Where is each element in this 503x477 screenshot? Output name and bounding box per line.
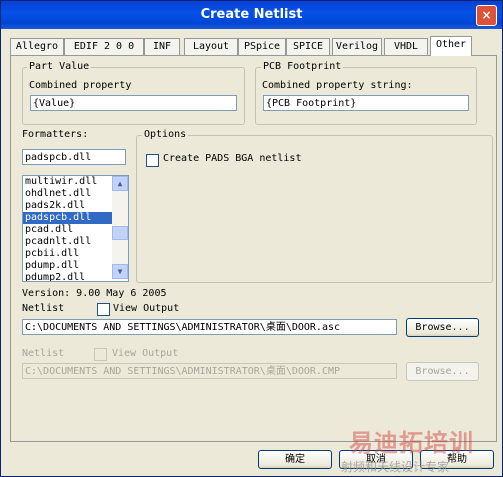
pcb-footprint-group-label: PCB Footprint [261, 61, 344, 72]
browse2-button[interactable]: Browse... [406, 362, 479, 381]
netlist-path-input[interactable]: C:\DOCUMENTS AND SETTINGS\ADMINISTRATOR\… [22, 319, 397, 335]
tab-inf[interactable]: INF [144, 38, 180, 55]
version-text: Version: 9.00 May 6 2005 [22, 288, 167, 299]
formatters-scrollbar[interactable]: ▲ ▼ [112, 176, 128, 279]
create-pads-bga-label: Create PADS BGA netlist [163, 153, 302, 164]
scroll-up-icon[interactable]: ▲ [112, 176, 128, 191]
netlist2-label: Netlist [22, 348, 65, 359]
options-group-label: Options [142, 129, 189, 140]
create-netlist-dialog: Create Netlist × Allegro EDIF 2 0 0 INF … [0, 0, 503, 477]
close-button[interactable]: × [476, 5, 497, 26]
view-output-label: View Output [113, 303, 180, 314]
ok-button[interactable]: 确定 [258, 450, 332, 469]
pcb-footprint-field-label: Combined property string: [262, 80, 413, 91]
tab-panel-other: Part Value Combined property {Value} PCB… [10, 55, 497, 442]
pcb-footprint-input[interactable]: {PCB Footprint} [263, 95, 469, 111]
watermark-title: 易迪拓培训 [349, 429, 474, 457]
scroll-down-icon[interactable]: ▼ [112, 264, 128, 279]
part-value-input[interactable]: {Value} [30, 95, 237, 111]
part-value-group-label: Part Value [27, 61, 92, 72]
tab-vhdl[interactable]: VHDL [384, 38, 428, 55]
tab-allegro[interactable]: Allegro [10, 38, 64, 55]
title-bar: Create Netlist × [1, 1, 502, 29]
tab-edif[interactable]: EDIF 2 0 0 [64, 38, 144, 55]
watermark-subtitle: 射频和天线设计专家 [341, 460, 450, 474]
create-pads-bga-checkbox[interactable] [146, 154, 159, 167]
part-value-field-label: Combined property [29, 80, 132, 91]
formatter-input[interactable]: padspcb.dll [22, 149, 126, 165]
window-title: Create Netlist [200, 7, 303, 22]
scroll-thumb[interactable] [112, 226, 128, 240]
tab-verilog[interactable]: Verilog [332, 38, 382, 55]
netlist-label: Netlist [22, 303, 65, 314]
formatters-label: Formatters: [22, 129, 89, 140]
tab-other[interactable]: Other [430, 36, 472, 56]
tab-layout[interactable]: Layout [184, 38, 238, 55]
view-output2-label: View Output [112, 348, 179, 359]
tab-spice[interactable]: SPICE [286, 38, 330, 55]
view-output2-checkbox[interactable] [94, 348, 107, 361]
formatters-list[interactable]: multiwir.dll ohdlnet.dll pads2k.dll pads… [22, 175, 129, 282]
browse-button[interactable]: Browse... [406, 318, 479, 337]
tab-pspice[interactable]: PSpice [238, 38, 286, 55]
netlist2-path-input[interactable]: C:\DOCUMENTS AND SETTINGS\ADMINISTRATOR\… [22, 363, 397, 379]
view-output-checkbox[interactable] [97, 303, 110, 316]
